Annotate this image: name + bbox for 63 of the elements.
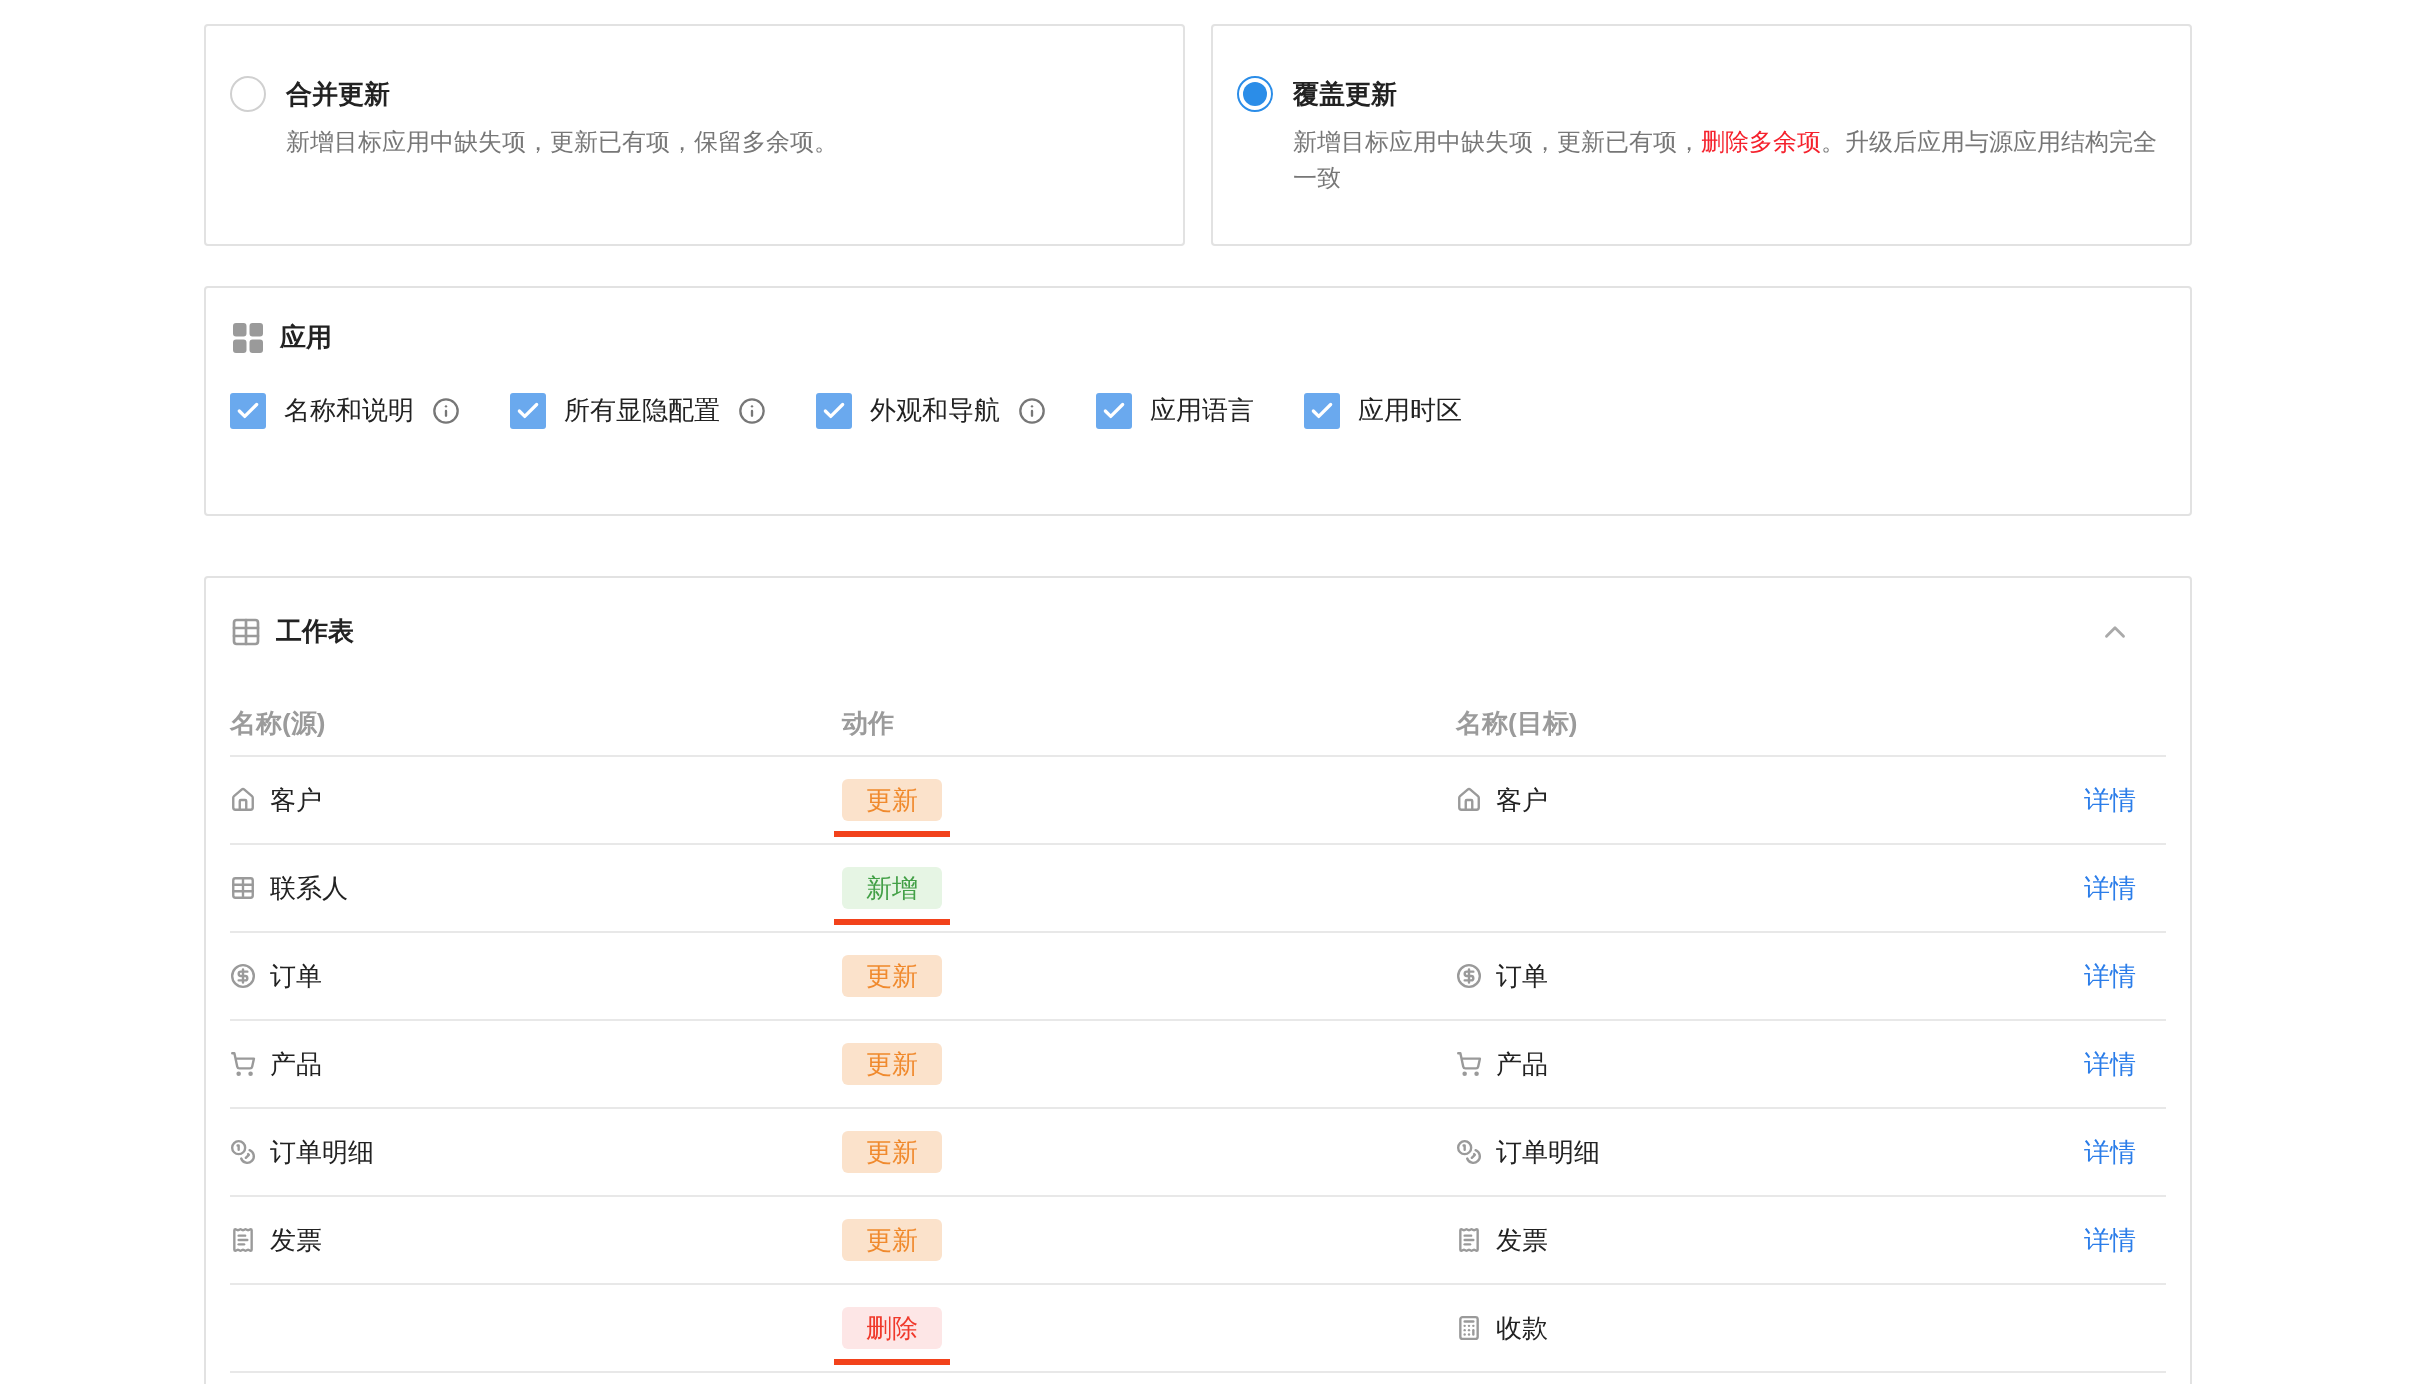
- cart-icon: [230, 1051, 256, 1077]
- details-link[interactable]: 详情: [2084, 956, 2136, 996]
- details-link[interactable]: 详情: [2084, 780, 2136, 820]
- source-name: 订单: [270, 959, 322, 993]
- source-name: 产品: [270, 1047, 322, 1081]
- details-link[interactable]: 详情: [2084, 1132, 2136, 1172]
- target-name: 发票: [1496, 1223, 1548, 1257]
- dollar-icon: [1456, 963, 1482, 989]
- source-name: 订单明细: [270, 1135, 374, 1169]
- coins-icon: [230, 1139, 256, 1165]
- section-title: 工作表: [276, 615, 354, 648]
- radio-button[interactable]: [1237, 76, 1273, 112]
- option-description: 新增目标应用中缺失项，更新已有项，保留多余项。: [286, 127, 838, 157]
- target-name: 客户: [1496, 783, 1548, 817]
- action-tag: 删除: [842, 1307, 942, 1349]
- house-icon: [1456, 787, 1482, 813]
- checkbox-label: 所有显隐配置: [564, 394, 720, 427]
- column-header: 名称(源): [230, 706, 327, 740]
- action-tag: 更新: [842, 1131, 942, 1173]
- receipt-icon: [230, 1227, 256, 1253]
- column-header: 名称(目标): [1456, 706, 1579, 740]
- info-icon[interactable]: [738, 396, 766, 425]
- option-card[interactable]: 合并更新 新增目标应用中缺失项，更新已有项，保留多余项。: [204, 24, 1185, 246]
- action-tag: 更新: [842, 955, 942, 997]
- option-title: 合并更新: [286, 78, 391, 110]
- action-tag: 更新: [842, 779, 942, 821]
- details-link[interactable]: 详情: [2084, 868, 2136, 908]
- checkbox[interactable]: [230, 392, 266, 429]
- checkbox[interactable]: [1304, 392, 1340, 429]
- calculator-icon: [1456, 1315, 1482, 1341]
- checkbox-label: 应用时区: [1358, 394, 1462, 427]
- source-name: 发票: [270, 1223, 322, 1257]
- option-card[interactable]: 覆盖更新 新增目标应用中缺失项，更新已有项，删除多余项。升级后应用与源应用结构完全一致: [1211, 24, 2192, 246]
- section-title: 应用: [280, 321, 332, 354]
- checkbox[interactable]: [510, 392, 546, 429]
- coins-icon: [1456, 1139, 1482, 1165]
- cart-icon: [1456, 1051, 1482, 1077]
- target-name: 订单: [1496, 959, 1548, 993]
- checkbox-label: 外观和导航: [870, 394, 1000, 427]
- source-name: 客户: [270, 783, 322, 817]
- source-name: 联系人: [270, 871, 348, 905]
- info-icon[interactable]: [432, 396, 460, 425]
- target-name: 产品: [1496, 1047, 1548, 1081]
- action-tag: 更新: [842, 1043, 942, 1085]
- radio-button[interactable]: [230, 76, 266, 112]
- action-tag: 新增: [842, 867, 942, 909]
- target-name: 收款: [1496, 1311, 1548, 1345]
- checkbox[interactable]: [816, 392, 852, 429]
- table-icon: [230, 875, 256, 901]
- option-title: 覆盖更新: [1293, 78, 1398, 110]
- info-icon[interactable]: [1018, 396, 1046, 425]
- checkbox-label: 名称和说明: [284, 394, 414, 427]
- column-header: 动作: [842, 706, 895, 740]
- dollar-icon: [230, 963, 256, 989]
- option-description: 新增目标应用中缺失项，更新已有项，删除多余项。升级后应用与源应用结构完全一致: [1293, 127, 2158, 193]
- details-link[interactable]: 详情: [2084, 1044, 2136, 1084]
- checkbox-label: 应用语言: [1150, 394, 1254, 427]
- receipt-icon: [1456, 1227, 1482, 1253]
- target-name: 订单明细: [1496, 1135, 1600, 1169]
- house-icon: [230, 787, 256, 813]
- checkbox[interactable]: [1096, 392, 1132, 429]
- details-link[interactable]: 详情: [2084, 1220, 2136, 1260]
- action-tag: 更新: [842, 1219, 942, 1261]
